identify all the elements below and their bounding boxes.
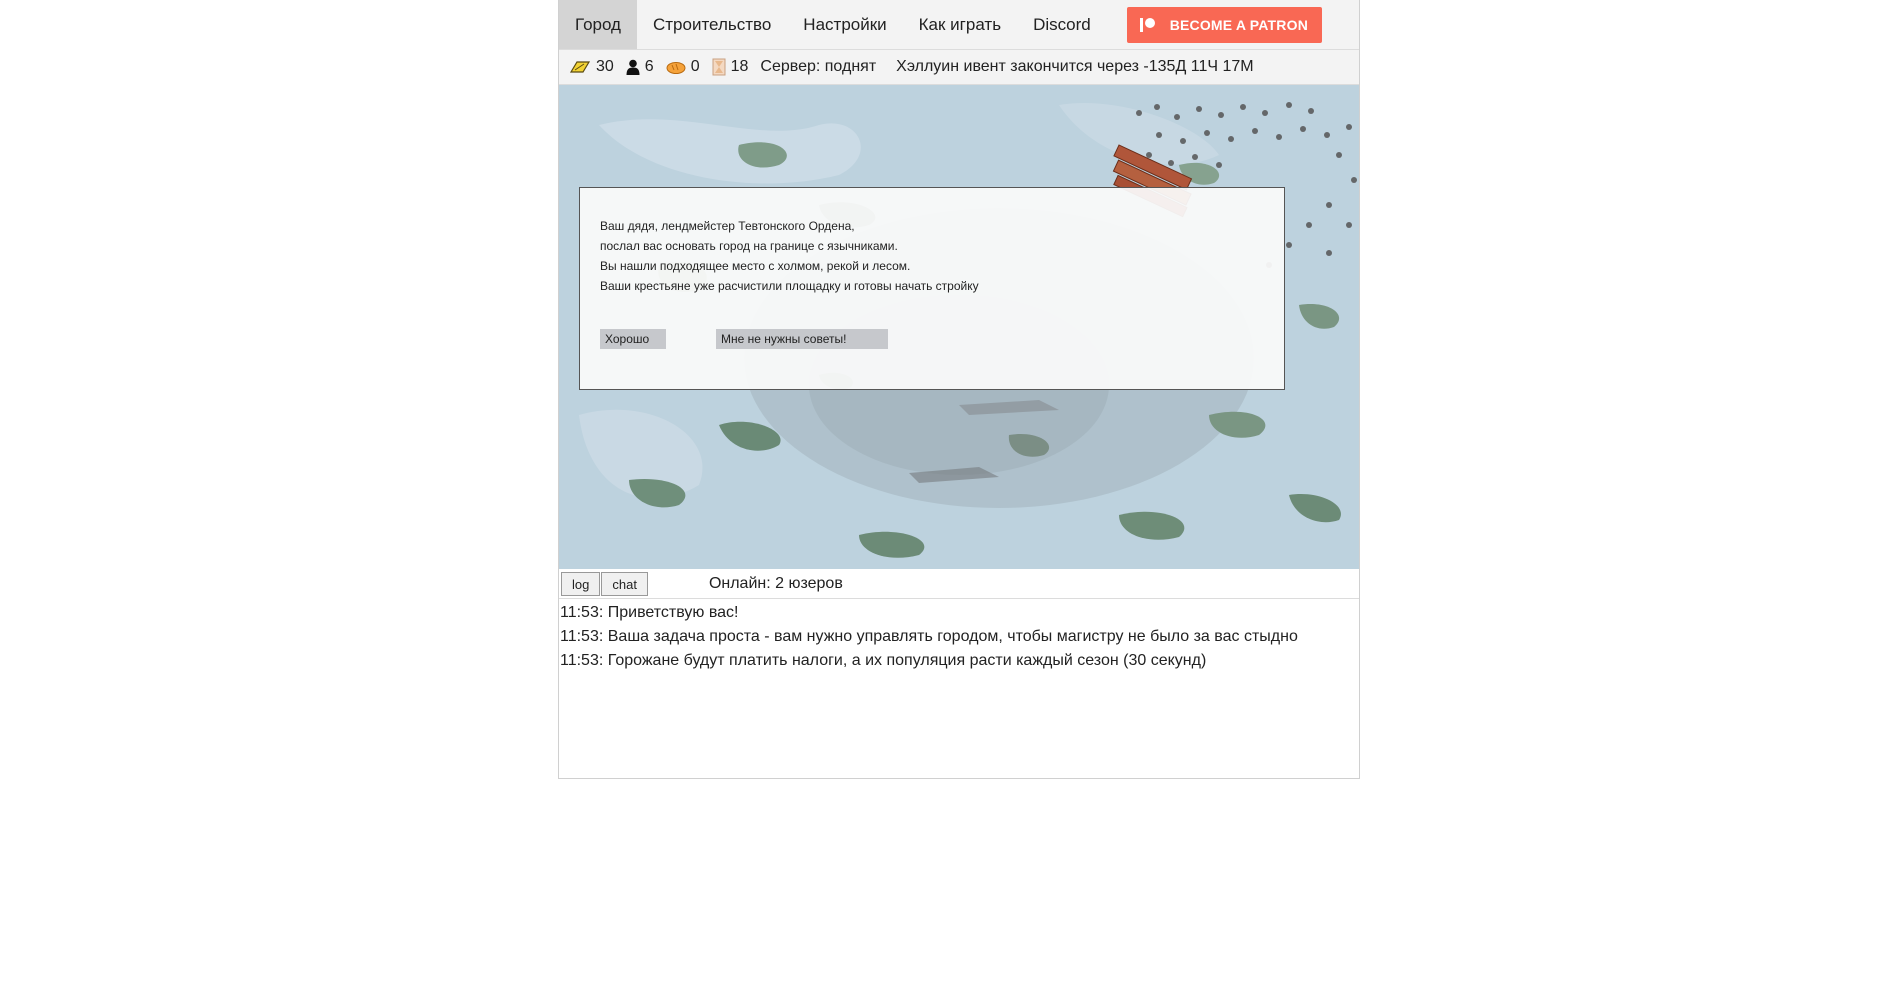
dialog-line: Ваш дядя, лендмейстер Тевтонского Ордена… [600, 219, 855, 233]
dialog-text: Ваш дядя, лендмейстер Тевтонского Ордена… [600, 216, 979, 296]
become-patron-button[interactable]: BECOME A PATRON [1126, 6, 1323, 43]
food-stat: 0 [666, 58, 700, 76]
game-map[interactable]: Ваш дядя, лендмейстер Тевтонского Ордена… [559, 85, 1359, 569]
food-value: 0 [690, 58, 700, 75]
event-timer: Хэллуин ивент закончится через -135Д 11Ч… [896, 58, 1254, 75]
log-entry: 11:53: Ваша задача проста - вам нужно уп… [560, 628, 1298, 645]
patreon-icon [1139, 16, 1157, 34]
gold-value: 30 [596, 58, 614, 75]
ok-button[interactable]: Хорошо [600, 329, 666, 349]
dialog-line: послал вас основать город на границе с я… [600, 239, 898, 253]
population-stat: 6 [626, 58, 654, 76]
log-entry: 11:53: Горожане будут платить налоги, а … [560, 652, 1207, 669]
tab-construction[interactable]: Строительство [637, 0, 787, 49]
time-value: 18 [730, 58, 749, 75]
tab-discord[interactable]: Discord [1017, 0, 1107, 49]
game-container: Город Строительство Настройки Как играть… [558, 0, 1360, 779]
tab-city[interactable]: Город [559, 0, 637, 49]
log-chat-bar: log chat Онлайн: 2 юзеров [559, 569, 1359, 599]
log-entry: 11:53: Приветствую вас! [560, 604, 739, 621]
tab-log[interactable]: log [561, 571, 601, 596]
population-value: 6 [644, 58, 654, 75]
server-status: Сервер: поднят [760, 58, 877, 75]
patron-label: BECOME A PATRON [1169, 16, 1309, 33]
person-icon [626, 59, 640, 75]
dialog-line: Вы нашли подходящее место с холмом, реко… [600, 259, 911, 273]
message-log: 11:53: Приветствую вас! 11:53: Ваша зада… [559, 599, 1359, 673]
top-nav: Город Строительство Настройки Как играть… [559, 0, 1359, 50]
status-bar: 30 6 0 18 Сервер: поднят Хэллуин ивент з… [559, 50, 1359, 85]
no-advice-button[interactable]: Мне не нужны советы! [716, 329, 888, 349]
gold-stat: 30 [569, 58, 614, 76]
tab-chat[interactable]: chat [601, 571, 648, 596]
time-stat: 18 [712, 58, 749, 76]
online-count: Онлайн: 2 юзеров [708, 574, 843, 592]
advice-dialog: Ваш дядя, лендмейстер Тевтонского Ордена… [579, 187, 1285, 390]
dialog-line: Ваши крестьяне уже расчистили площадку и… [600, 279, 979, 293]
bread-icon [666, 62, 686, 74]
tab-how-to-play[interactable]: Как играть [903, 0, 1017, 49]
gold-icon [569, 61, 591, 73]
hourglass-icon [712, 58, 726, 76]
tab-settings[interactable]: Настройки [787, 0, 902, 49]
